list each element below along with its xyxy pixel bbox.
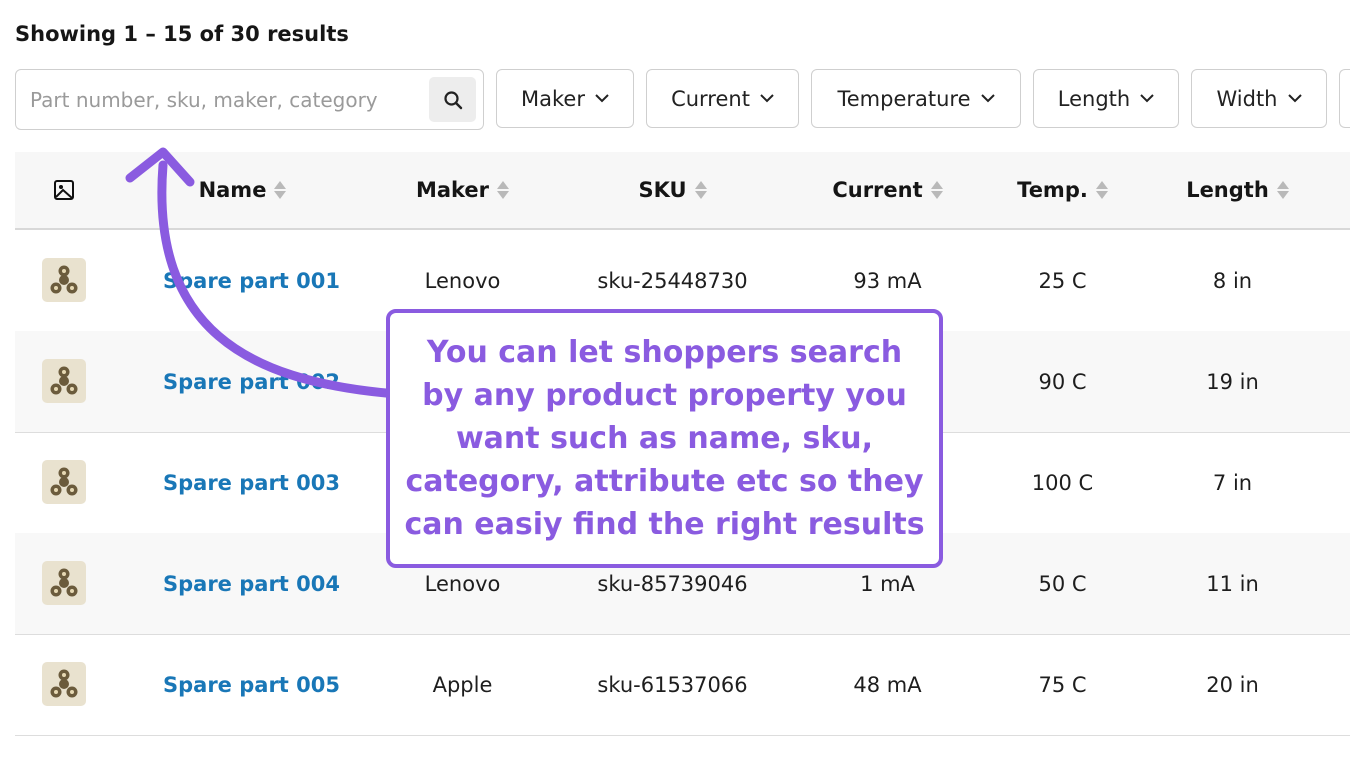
annotation-callout: You can let shoppers search by any produ… [386, 309, 943, 568]
callout-text: You can let shoppers search by any produ… [404, 335, 925, 542]
